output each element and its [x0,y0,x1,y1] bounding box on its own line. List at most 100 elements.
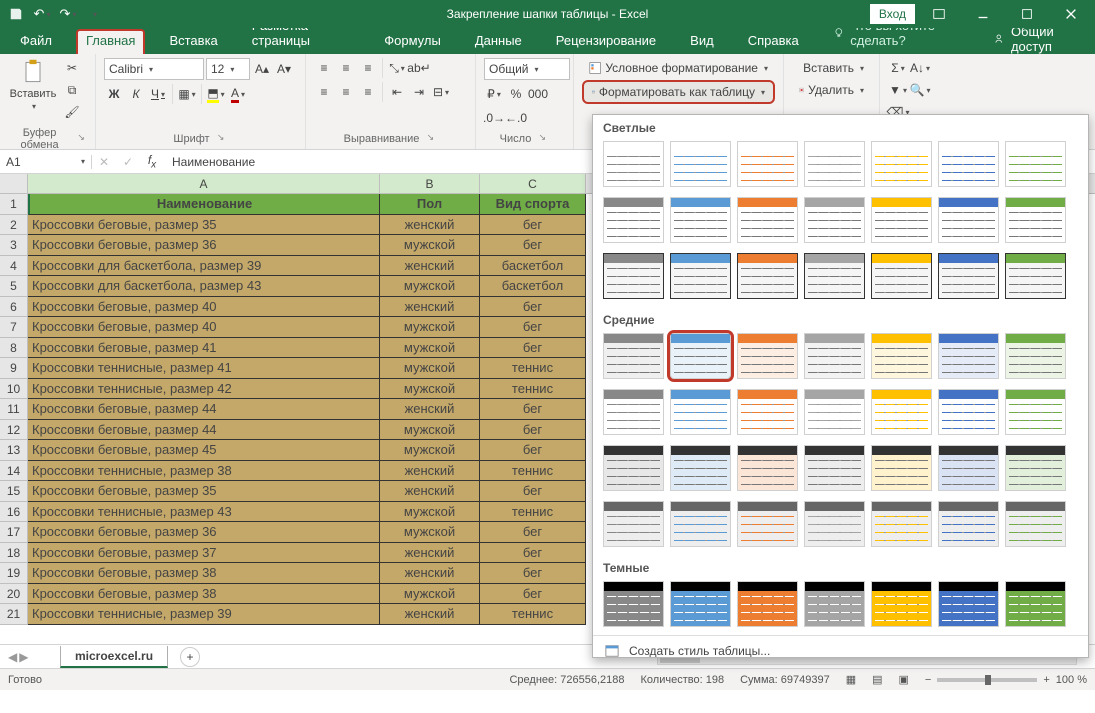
align-right-icon[interactable]: ≡ [358,82,378,102]
row-header[interactable]: 19 [0,563,28,584]
clipboard-launcher-icon[interactable]: ↘ [75,132,87,146]
cell[interactable]: мужской [380,317,480,338]
table-style-thumb[interactable] [938,501,999,547]
cell[interactable]: бег [480,584,586,605]
table-style-thumb[interactable] [871,445,932,491]
table-style-thumb[interactable] [1005,581,1066,627]
cell[interactable]: бег [480,338,586,359]
maximize-icon[interactable] [1007,0,1047,28]
cell[interactable]: бег [480,563,586,584]
cell[interactable]: Кроссовки для баскетбола, размер 39 [28,256,380,277]
table-style-thumb[interactable] [603,253,664,299]
zoom-slider[interactable] [937,678,1037,682]
sheet-nav-next-icon[interactable]: ▶ [19,650,28,664]
table-style-thumb[interactable] [737,445,798,491]
cell[interactable]: теннис [480,461,586,482]
zoom-level[interactable]: 100 % [1056,674,1087,686]
cell[interactable]: бег [480,399,586,420]
table-style-thumb[interactable] [670,389,731,435]
cell[interactable]: баскетбол [480,276,586,297]
table-style-thumb[interactable] [737,253,798,299]
tab-insert[interactable]: Вставка [159,29,227,54]
table-style-thumb[interactable] [603,389,664,435]
table-style-thumb[interactable] [1005,445,1066,491]
cell[interactable]: мужской [380,235,480,256]
row-header[interactable]: 8 [0,338,28,359]
cell[interactable]: мужской [380,338,480,359]
cell[interactable]: Кроссовки беговые, размер 37 [28,543,380,564]
shrink-font-icon[interactable]: A▾ [274,59,294,79]
font-name-combo[interactable]: Calibri▾ [104,58,204,80]
cell[interactable]: Кроссовки беговые, размер 36 [28,522,380,543]
bold-button[interactable]: Ж [104,84,124,104]
cell[interactable]: Кроссовки беговые, размер 36 [28,235,380,256]
grow-font-icon[interactable]: A▴ [252,59,272,79]
row-header[interactable]: 12 [0,420,28,441]
row-header[interactable]: 15 [0,481,28,502]
cell[interactable]: Кроссовки беговые, размер 38 [28,584,380,605]
cell[interactable]: мужской [380,379,480,400]
cell[interactable]: бег [480,481,586,502]
table-style-thumb[interactable] [670,581,731,627]
table-style-thumb[interactable] [804,389,865,435]
table-style-thumb[interactable] [938,141,999,187]
table-style-thumb[interactable] [1005,333,1066,379]
cell[interactable]: бег [480,522,586,543]
table-style-thumb[interactable] [737,389,798,435]
row-header[interactable]: 11 [0,399,28,420]
table-style-thumb[interactable] [1005,197,1066,243]
increase-indent-icon[interactable]: ⇥ [409,82,429,102]
align-left-icon[interactable]: ≡ [314,82,334,102]
row-header[interactable]: 9 [0,358,28,379]
tab-review[interactable]: Рецензирование [546,29,666,54]
tab-data[interactable]: Данные [465,29,532,54]
cell[interactable]: Вид спорта [480,194,586,215]
row-header[interactable]: 5 [0,276,28,297]
table-style-thumb[interactable] [804,581,865,627]
view-layout-icon[interactable]: ▤ [872,673,882,686]
table-style-thumb[interactable] [871,389,932,435]
login-button[interactable]: Вход [870,4,915,24]
table-style-thumb[interactable] [804,333,865,379]
cell[interactable]: женский [380,481,480,502]
align-bottom-icon[interactable]: ≡ [358,58,378,78]
paste-button[interactable]: Вставить ▾ [8,58,58,111]
cell[interactable]: мужской [380,420,480,441]
table-style-thumb[interactable] [938,581,999,627]
cell[interactable]: мужской [380,522,480,543]
font-color-icon[interactable]: A▾ [228,84,248,104]
table-style-thumb[interactable] [938,445,999,491]
col-header-B[interactable]: B [380,174,480,193]
row-header[interactable]: 17 [0,522,28,543]
insert-cells-button[interactable]: Вставить▾ [792,58,871,78]
fill-color-icon[interactable]: ⬒▾ [206,84,226,104]
cell[interactable]: Наименование [28,194,380,215]
cell[interactable]: женский [380,256,480,277]
tab-view[interactable]: Вид [680,29,724,54]
table-style-thumb[interactable] [603,445,664,491]
cell[interactable]: Кроссовки беговые, размер 44 [28,420,380,441]
table-style-thumb[interactable] [938,197,999,243]
save-icon[interactable] [4,2,28,26]
new-table-style-button[interactable]: Создать стиль таблицы... [593,636,1088,658]
cell[interactable]: баскетбол [480,256,586,277]
merge-icon[interactable]: ⊟▾ [431,82,451,102]
fill-icon[interactable]: ▼▾ [888,80,908,100]
format-painter-icon[interactable]: 🖌 [62,102,82,122]
table-style-thumb[interactable] [938,253,999,299]
table-style-thumb[interactable] [737,141,798,187]
table-style-thumb[interactable] [871,197,932,243]
redo-icon[interactable]: ↷▾ [56,2,80,26]
borders-icon[interactable]: ▦▾ [177,84,197,104]
cell[interactable]: Кроссовки теннисные, размер 39 [28,604,380,625]
cell[interactable]: мужской [380,502,480,523]
cancel-formula-icon[interactable]: ✕ [92,155,116,169]
table-style-thumb[interactable] [603,501,664,547]
row-header[interactable]: 7 [0,317,28,338]
fx-icon[interactable]: fx [140,153,164,170]
table-style-thumb[interactable] [737,501,798,547]
autosum-icon[interactable]: Σ▾ [888,58,908,78]
tab-help[interactable]: Справка [738,29,809,54]
row-header[interactable]: 16 [0,502,28,523]
table-style-thumb[interactable] [804,141,865,187]
